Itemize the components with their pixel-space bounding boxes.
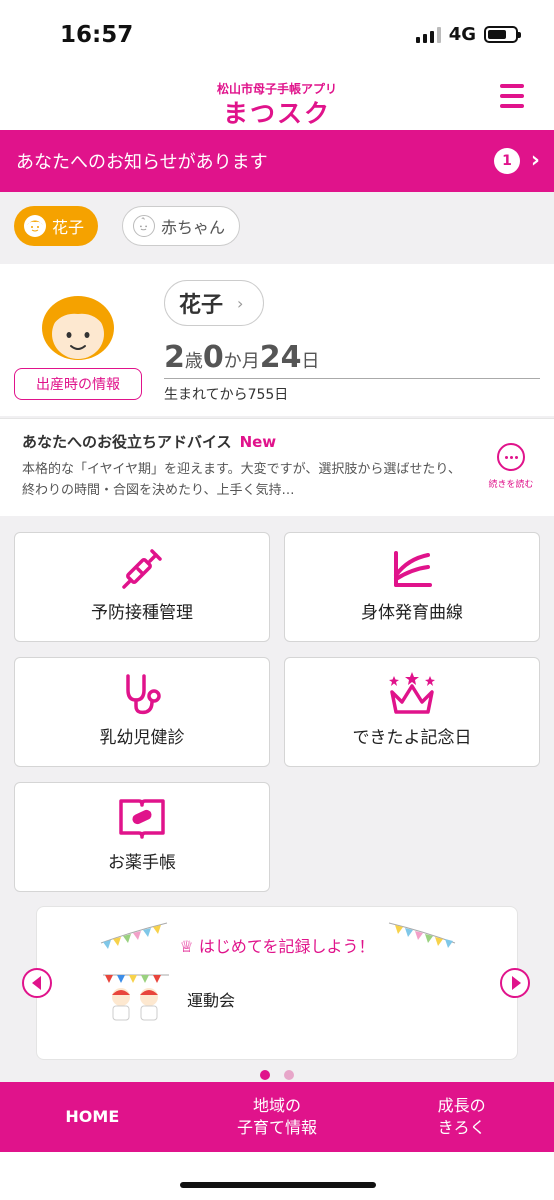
nav-growth-record-label: 成長の きろく <box>437 1096 486 1137</box>
sports-day-illustration <box>103 974 169 1021</box>
network-type: 4G <box>448 24 476 45</box>
child-avatar <box>38 286 118 364</box>
child-age: 2 歳 0 か月 24 日 <box>164 340 320 375</box>
nav-local-info-label: 地域の 子育て情報 <box>237 1096 318 1137</box>
profile-chip-baby[interactable]: 赤ちゃん <box>122 206 241 246</box>
birth-info-button[interactable]: 出産時の情報 <box>14 368 142 400</box>
stethoscope-icon <box>126 674 161 715</box>
tile-label: 乳幼児健診 <box>99 728 185 748</box>
vaccination-tile[interactable]: 予防接種管理 <box>14 532 270 642</box>
growth-curve-tile[interactable]: 身体発育曲線 <box>284 532 540 642</box>
nav-growth-record[interactable]: 成長の きろく <box>369 1082 554 1152</box>
profile-switcher: 花子 赤ちゃん <box>0 192 554 264</box>
read-more-label: 続きを読む <box>488 480 534 490</box>
notice-bar[interactable]: あなたへのお知らせがあります 1 › <box>0 130 554 192</box>
home-indicator-area <box>0 1152 554 1200</box>
bottom-navigation: HOME 地域の 子育て情報 成長の きろく <box>0 1082 554 1152</box>
age-months: 0 <box>202 340 224 375</box>
advice-panel[interactable]: あなたへのお役立ちアドバイス New 本格的な「イヤイヤ期」を迎えます。大変ですが… <box>0 418 554 516</box>
days-since-birth: 生まれてから755日 <box>164 387 289 403</box>
status-bar: 16:57 4G <box>0 0 554 72</box>
carousel-pagination <box>260 1070 294 1080</box>
nav-local-info[interactable]: 地域の 子育て情報 <box>185 1082 370 1152</box>
divider <box>164 378 540 379</box>
chevron-right-icon: › <box>237 293 244 313</box>
nav-home[interactable]: HOME <box>0 1082 185 1152</box>
carousel-title-text: はじめてを記録しよう！ <box>198 937 375 956</box>
child-profile-card: 出産時の情報 花子 › 2 歳 0 か月 24 日 生まれてから755日 <box>0 264 554 416</box>
hamburger-menu-icon[interactable] <box>500 84 524 108</box>
arrow-right-icon <box>511 976 521 990</box>
read-more-button[interactable]: 続きを読む <box>484 443 538 490</box>
profile-chip-label: 花子 <box>52 218 85 237</box>
advice-title-text: あなたへのお役立ちアドバイス <box>22 433 232 451</box>
milestone-carousel[interactable]: ♕ はじめてを記録しよう！ 運動会 <box>36 906 518 1060</box>
tile-label: お薬手帳 <box>108 853 176 873</box>
carousel-title: ♕ はじめてを記録しよう！ <box>37 933 517 957</box>
child-name: 花子 <box>179 293 224 318</box>
tile-label: できたよ記念日 <box>352 728 472 748</box>
app-header: 松山市母子手帳アプリ まつスク <box>0 72 554 130</box>
growth-chart-icon <box>394 551 432 587</box>
advice-title: あなたへのお役立ちアドバイス New <box>22 431 276 452</box>
syringe-icon <box>122 549 162 589</box>
age-days-unit: 日 <box>301 351 320 372</box>
advice-body: 本格的な「イヤイヤ期」を迎えます。大変ですが、選択肢から選ばせたり、終わりの時間… <box>22 462 461 498</box>
signal-icon <box>415 26 441 43</box>
arrow-left-icon <box>31 976 41 990</box>
carousel-next-button[interactable] <box>500 968 530 998</box>
age-days: 24 <box>259 340 302 375</box>
age-years-unit: 歳 <box>184 351 203 372</box>
girl-face-icon <box>24 215 46 237</box>
milestone-tile[interactable]: できたよ記念日 <box>284 657 540 767</box>
app-title: まつスク <box>222 99 331 128</box>
notice-count-badge: 1 <box>494 148 520 174</box>
carousel-prev-button[interactable] <box>22 968 52 998</box>
new-badge: New <box>239 433 277 451</box>
crown-small-icon: ♕ <box>179 937 199 956</box>
baby-face-icon <box>133 215 155 237</box>
battery-icon <box>484 26 521 43</box>
medicine-book-tile[interactable]: お薬手帳 <box>14 782 270 892</box>
tile-label: 予防接種管理 <box>91 603 193 623</box>
age-years: 2 <box>164 340 185 375</box>
status-time: 16:57 <box>60 22 134 48</box>
profile-chip-label: 赤ちゃん <box>161 218 226 237</box>
notice-text: あなたへのお知らせがあります <box>16 152 268 173</box>
page-dot[interactable] <box>284 1070 294 1080</box>
child-name-button[interactable]: 花子 › <box>164 280 264 326</box>
chevron-right-icon: › <box>530 148 540 173</box>
carousel-item-label: 運動会 <box>187 991 236 1010</box>
profile-chip-hanako[interactable]: 花子 <box>14 206 99 246</box>
tile-label: 身体発育曲線 <box>361 603 463 623</box>
home-indicator[interactable] <box>180 1182 376 1188</box>
nav-home-label: HOME <box>65 1107 120 1126</box>
status-indicators: 4G <box>415 24 521 45</box>
health-checkup-tile[interactable]: 乳幼児健診 <box>14 657 270 767</box>
speech-bubble-icon <box>497 443 525 471</box>
crown-icon <box>389 672 435 714</box>
medicine-book-icon <box>119 799 165 839</box>
age-months-unit: か月 <box>223 351 260 372</box>
page-dot-active[interactable] <box>260 1070 270 1080</box>
